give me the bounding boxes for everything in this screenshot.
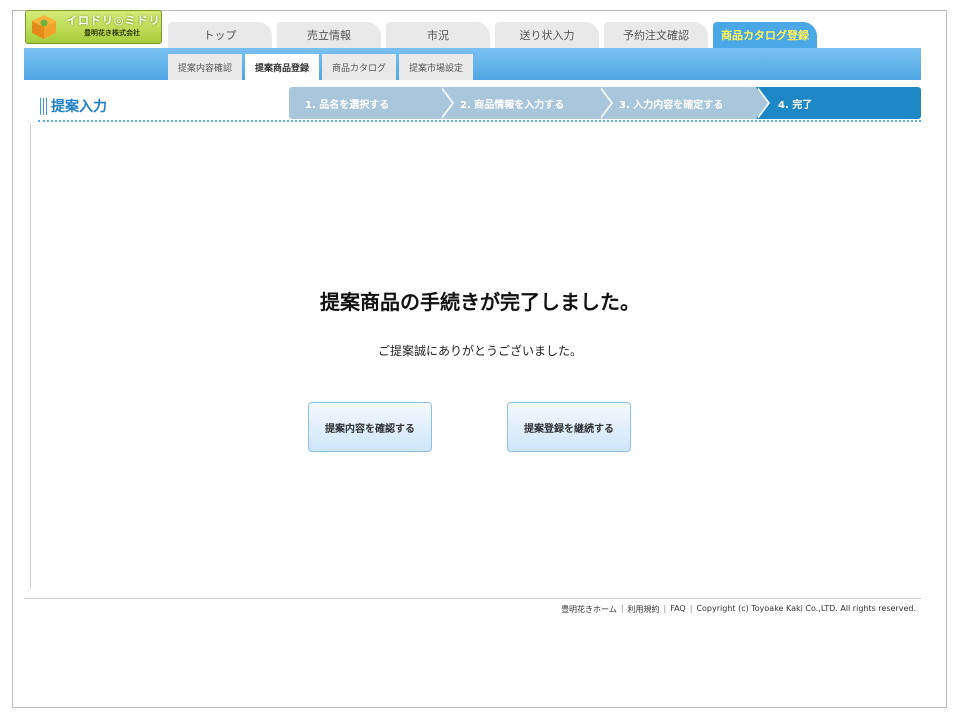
footer-faq-link[interactable]: FAQ: [670, 604, 686, 615]
step-complete: 4. 完了: [756, 87, 921, 119]
progress-steps: 1. 品名を選択する 2. 商品情報を入力する 3. 入力内容を確定する 4. …: [289, 87, 921, 119]
subtab-product-catalog[interactable]: 商品カタログ: [322, 54, 397, 80]
heading-divider: [38, 120, 921, 122]
step-select-product: 1. 品名を選択する: [289, 87, 454, 119]
footer-copyright: Copyright (c) Toyoake Kaki Co.,LTD. All …: [696, 604, 916, 613]
footer: 豊明花きホーム | 利用規約 | FAQ | Copyright (c) Toy…: [561, 604, 916, 615]
footer-divider: [24, 598, 921, 599]
sub-tabs: 提案内容確認 提案商品登録 商品カタログ 提案市場設定: [168, 54, 476, 80]
tab-sales-info[interactable]: 売立情報: [277, 22, 381, 48]
subtab-market-settings[interactable]: 提案市場設定: [399, 54, 474, 80]
footer-terms-link[interactable]: 利用規約: [628, 604, 660, 615]
tab-invoice-input[interactable]: 送り状入力: [495, 22, 599, 48]
tab-market[interactable]: 市況: [386, 22, 490, 48]
section-title-text: 提案入力: [51, 99, 107, 115]
subtab-proposal-confirm[interactable]: 提案内容確認: [168, 54, 243, 80]
step-enter-info: 2. 商品情報を入力する: [440, 87, 613, 119]
heading-bars-icon: [40, 97, 47, 115]
logo[interactable]: イロドリ◎ミドリ 豊明花き株式会社: [25, 10, 162, 44]
logo-company-name: 豊明花き株式会社: [84, 29, 140, 37]
tab-catalog-registration[interactable]: 商品カタログ登録: [713, 22, 817, 48]
continue-registration-button[interactable]: 提案登録を継続する: [507, 402, 631, 452]
section-title: 提案入力: [40, 96, 107, 116]
logo-title: イロドリ◎ミドリ: [66, 14, 161, 27]
confirm-proposal-button[interactable]: 提案内容を確認する: [308, 402, 432, 452]
logo-box-icon: [32, 15, 56, 39]
footer-separator: |: [689, 604, 693, 613]
step-confirm-input: 3. 入力内容を確定する: [599, 87, 770, 119]
completion-headline: 提案商品の手続きが完了しました。: [320, 290, 640, 314]
tab-top[interactable]: トップ: [168, 22, 272, 48]
thank-you-message: ご提案誠にありがとうございました。: [377, 344, 582, 358]
tab-reservation-check[interactable]: 予約注文確認: [604, 22, 708, 48]
footer-separator: |: [663, 604, 667, 613]
subtab-proposal-register[interactable]: 提案商品登録: [245, 54, 320, 80]
footer-home-link[interactable]: 豊明花きホーム: [561, 604, 617, 615]
footer-separator: |: [620, 604, 624, 613]
main-tabs: トップ 売立情報 市況 送り状入力 予約注文確認 商品カタログ登録: [168, 22, 822, 48]
